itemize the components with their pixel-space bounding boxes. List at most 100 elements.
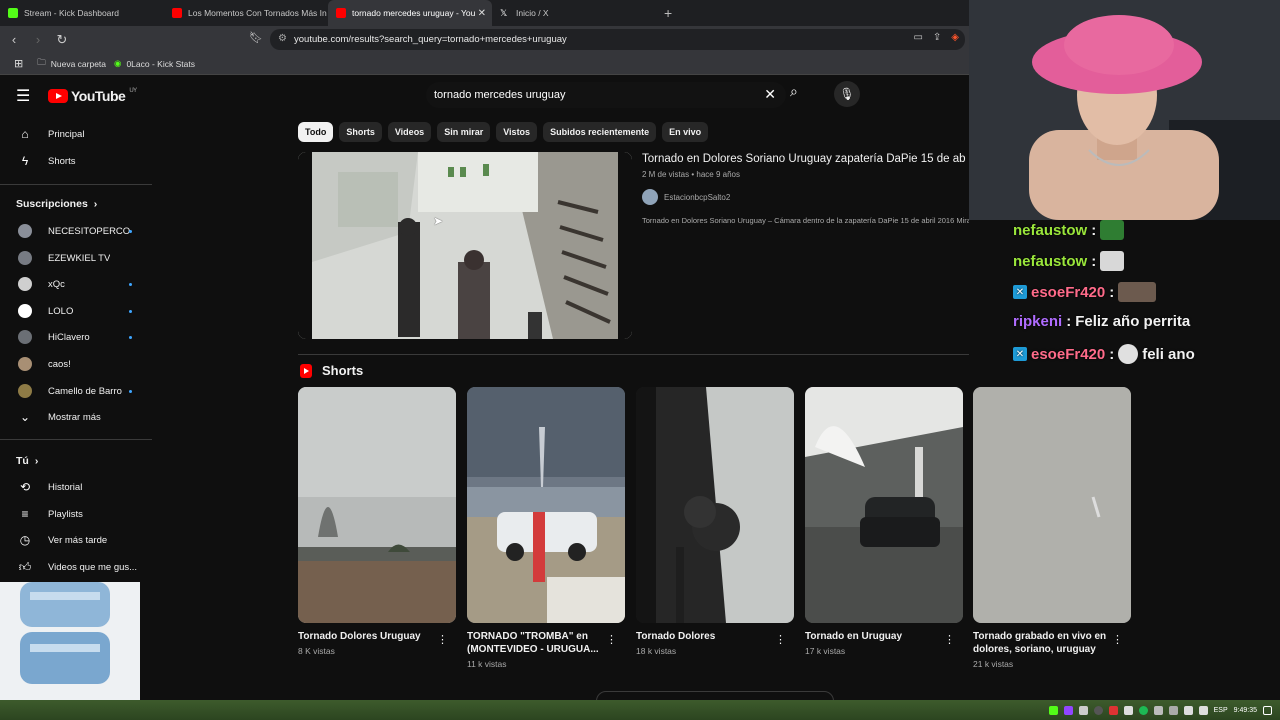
short-card[interactable]: Tornado en Uruguay 17 k vistas ⋮ — [805, 387, 963, 656]
chip-todo[interactable]: Todo — [298, 122, 334, 142]
close-tab-icon[interactable]: ✕ — [478, 8, 486, 19]
chip-sin-mirar[interactable]: Sin mirar — [437, 122, 491, 142]
shorts-shelf-header: Shorts — [300, 363, 363, 378]
subscription-item[interactable]: xQc — [0, 271, 152, 297]
tray-icon[interactable] — [1108, 705, 1118, 715]
sidebar-item-historial[interactable]: ⟲ Historial — [0, 474, 152, 500]
short-card[interactable]: Tornado Dolores 18 k vistas ⋮ — [636, 387, 794, 656]
bookmark-link[interactable]: ◉ 0Laco - Kick Stats — [114, 58, 195, 69]
tray-icon[interactable] — [1078, 705, 1088, 715]
short-thumbnail[interactable] — [467, 387, 625, 623]
subscription-item[interactable]: LOLO — [0, 298, 152, 324]
subscription-item[interactable]: NECESITOPERCO — [0, 218, 152, 244]
short-views: 18 k vistas — [636, 646, 677, 656]
sidebar-item-principal[interactable]: ⌂ Principal — [0, 121, 152, 147]
you-header[interactable]: Tú › — [16, 455, 38, 467]
short-thumbnail[interactable] — [805, 387, 963, 623]
browser-tab[interactable]: Los Momentos Con Tornados Más In — [164, 0, 328, 26]
site-info-icon[interactable]: ⚙︎ — [278, 33, 287, 44]
short-title[interactable]: Tornado grabado en vivo en dolores, sori… — [973, 630, 1131, 656]
short-card[interactable]: Tornado grabado en vivo en dolores, sori… — [973, 387, 1131, 669]
browser-tab[interactable]: 𝕏 Inicio / X — [492, 0, 656, 26]
subscription-item[interactable]: HiClavero — [0, 324, 152, 350]
more-options-icon[interactable]: ⋮ — [944, 633, 955, 646]
sidebar-item-watch-later[interactable]: ◷ Ver más tarde — [0, 527, 152, 553]
obs-tray-icon[interactable] — [1093, 705, 1103, 715]
sidebar-item-playlists[interactable]: ≡ Playlists — [0, 501, 152, 527]
cast-icon[interactable]: ▭ — [913, 32, 922, 43]
twitch-tray-icon[interactable] — [1063, 705, 1073, 715]
x-icon: 𝕏 — [500, 8, 508, 18]
short-title[interactable]: Tornado Dolores — [636, 630, 794, 643]
logo-text: YouTube — [71, 88, 126, 104]
sidebar-label: Playlists — [48, 508, 83, 520]
subscription-item[interactable]: caos! — [0, 351, 152, 377]
sidebar-item-liked-videos[interactable]: 👍︎ Videos que me gus... — [0, 554, 152, 580]
more-options-icon[interactable]: ⋮ — [437, 633, 448, 646]
chip-shorts[interactable]: Shorts — [339, 122, 382, 142]
chat-separator: : — [1091, 252, 1097, 270]
short-card[interactable]: Tornado Dolores Uruguay 8 K vistas ⋮ — [298, 387, 456, 656]
bookmark-folder[interactable]: 🗀︎ Nueva carpeta — [37, 57, 106, 71]
more-options-icon[interactable]: ⋮ — [775, 633, 786, 646]
bookmark-icon[interactable]: 🔖︎ — [249, 31, 263, 44]
tab-title: Los Momentos Con Tornados Más In — [188, 8, 327, 18]
volume-icon[interactable] — [1198, 705, 1208, 715]
short-title[interactable]: TORNADO "TROMBA" en (MONTEVIDEO - URUGUA… — [467, 630, 625, 656]
browser-tab[interactable]: Stream - Kick Dashboard — [0, 0, 164, 26]
discord-tray-icon[interactable] — [1168, 705, 1178, 715]
sidebar-item-shorts[interactable]: ϟ Shorts — [0, 148, 152, 174]
subscriber-badge-icon: ✕ — [1013, 347, 1027, 361]
wifi-icon[interactable] — [1183, 705, 1193, 715]
kick-tray-icon[interactable] — [1048, 705, 1058, 715]
clock[interactable]: 9:49:35 — [1234, 707, 1257, 714]
chip-videos[interactable]: Videos — [387, 122, 432, 142]
short-thumbnail[interactable] — [298, 387, 456, 623]
forward-icon[interactable]: › — [28, 32, 48, 47]
video-title[interactable]: Tornado en Dolores Soriano Uruguay zapat… — [642, 153, 969, 165]
pills-image — [0, 582, 140, 702]
spotify-tray-icon[interactable] — [1138, 705, 1148, 715]
brave-shield-icon[interactable]: ◈ — [951, 32, 959, 43]
short-thumbnail[interactable] — [973, 387, 1131, 623]
subscription-item[interactable]: EZEWKIEL TV — [0, 245, 152, 271]
search-icon[interactable]: ⌕ — [790, 83, 798, 100]
chip-en-vivo[interactable]: En vivo — [662, 122, 709, 142]
chip-subidos-recientemente[interactable]: Subidos recientemente — [543, 122, 657, 142]
apps-icon[interactable]: ⊞ — [14, 57, 23, 70]
show-more-button[interactable]: ⌄ Mostrar más — [0, 404, 152, 430]
subscriber-badge-icon: ✕ — [1013, 285, 1027, 299]
new-tab-icon[interactable]: + — [664, 5, 672, 21]
channel-link[interactable]: EstacionbcpSalto2 — [642, 189, 730, 205]
menu-icon[interactable]: ☰ — [16, 86, 30, 106]
short-title[interactable]: Tornado Dolores Uruguay — [298, 630, 456, 643]
share-icon[interactable]: ⇪ — [933, 32, 941, 43]
more-options-icon[interactable]: ⋮ — [606, 633, 617, 646]
reload-icon[interactable]: ↻ — [52, 32, 72, 48]
microphone-icon[interactable]: 🎙︎ — [834, 81, 860, 107]
short-views: 8 K vistas — [298, 646, 335, 656]
video-thumbnail[interactable] — [298, 152, 632, 339]
subscription-item[interactable]: Camello de Barro — [0, 378, 152, 404]
clear-search-icon[interactable]: ✕ — [764, 86, 776, 103]
back-icon[interactable]: ‹ — [4, 32, 24, 47]
tray-icon[interactable] — [1123, 705, 1133, 715]
short-card[interactable]: TORNADO "TROMBA" en (MONTEVIDEO - URUGUA… — [467, 387, 625, 669]
avatar — [18, 330, 32, 344]
short-thumbnail[interactable] — [636, 387, 794, 623]
sidebar-label: Shorts — [48, 155, 76, 167]
more-options-icon[interactable]: ⋮ — [1112, 633, 1123, 646]
browser-tab-active[interactable]: tornado mercedes uruguay - You ✕ — [328, 0, 492, 26]
url-bar[interactable]: ⚙︎ youtube.com/results?search_query=torn… — [270, 29, 965, 50]
search-input[interactable]: tornado mercedes uruguay ✕ — [426, 82, 786, 108]
region-code: UY — [129, 88, 137, 94]
notifications-icon[interactable] — [1263, 705, 1272, 715]
subscriptions-header[interactable]: Suscripciones › — [16, 198, 97, 210]
chip-vistos[interactable]: Vistos — [496, 122, 538, 142]
youtube-icon — [336, 8, 346, 18]
tray-icon[interactable] — [1153, 705, 1163, 715]
short-title[interactable]: Tornado en Uruguay — [805, 630, 963, 643]
youtube-logo[interactable]: YouTube UY — [48, 88, 137, 104]
short-thumbnail-image — [298, 387, 456, 623]
language-indicator[interactable]: ESP — [1214, 707, 1228, 714]
